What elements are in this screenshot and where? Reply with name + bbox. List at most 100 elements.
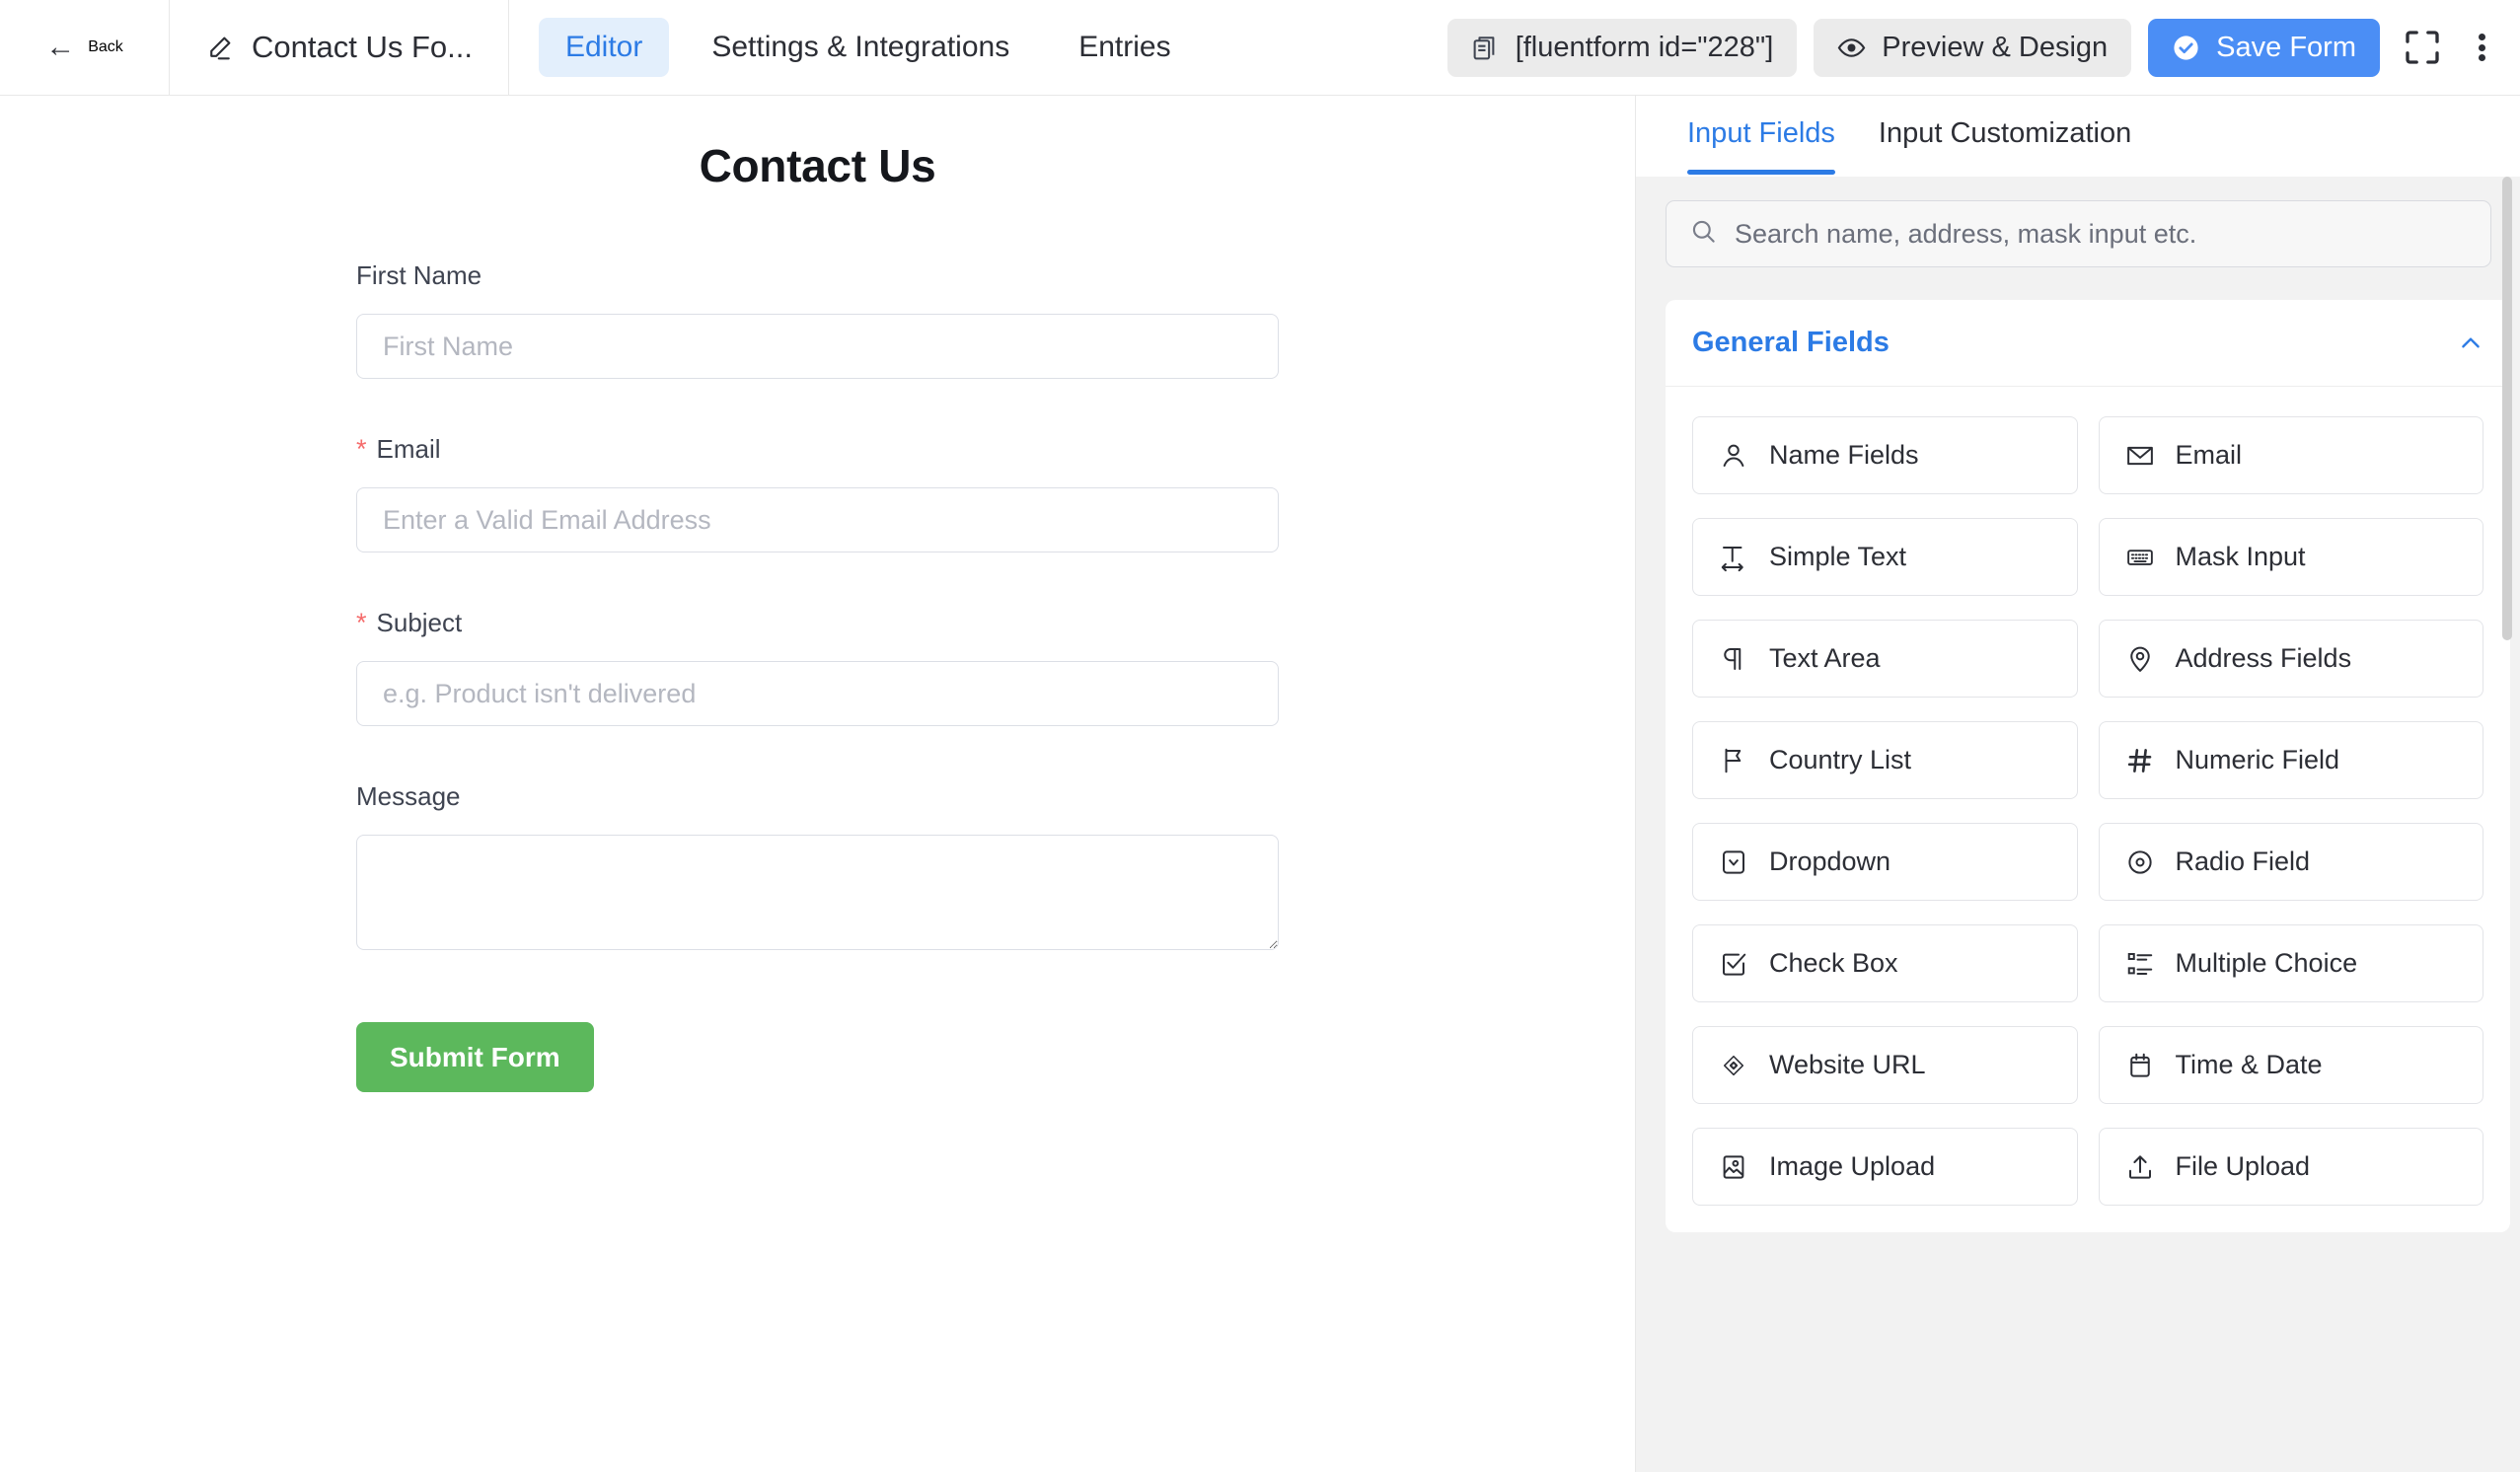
field-chip-numeric-field[interactable]: Numeric Field: [2098, 721, 2483, 799]
copy-icon: [1471, 34, 1500, 62]
text-width-icon: [1719, 543, 1748, 572]
field-chip-label: Simple Text: [1769, 542, 1907, 571]
page-title: Contact Us: [699, 140, 936, 191]
panel-scrollbar[interactable]: [2502, 177, 2512, 1472]
field-chip-mask-input[interactable]: Mask Input: [2098, 518, 2483, 596]
field-chip-file-upload[interactable]: File Upload: [2098, 1128, 2483, 1206]
field-chip-label: Time & Date: [2175, 1050, 2323, 1079]
field-label-text: First Name: [356, 260, 482, 290]
preview-design-button[interactable]: Preview & Design: [1814, 18, 2132, 77]
field-chip-check-box[interactable]: Check Box: [1692, 924, 2078, 1002]
tab-editor[interactable]: Editor: [538, 18, 670, 77]
email-input[interactable]: [356, 487, 1279, 552]
search-input[interactable]: [1735, 218, 2467, 250]
submit-form-button[interactable]: Submit Form: [356, 1022, 594, 1092]
field-chip-label: Email: [2175, 440, 2243, 470]
top-toolbar: ← Back Contact Us Fo... Editor Settings …: [0, 0, 2520, 96]
field-chip-label: Dropdown: [1769, 846, 1891, 876]
tab-entries[interactable]: Entries: [1052, 18, 1197, 77]
calendar-icon: [2125, 1051, 2155, 1080]
field-chip-simple-text[interactable]: Simple Text: [1692, 518, 2078, 596]
tab-settings-integrations[interactable]: Settings & Integrations: [685, 18, 1036, 77]
toolbar-actions: [fluentform id="228"] Preview & Design S…: [1446, 0, 2498, 95]
input-fields-panel: Input Fields Input Customization General…: [1635, 96, 2520, 1472]
field-email[interactable]: * Email: [356, 434, 1279, 552]
envelope-icon: [2125, 441, 2155, 471]
form-title-editor[interactable]: Contact Us Fo...: [170, 0, 509, 95]
field-chip-image-upload[interactable]: Image Upload: [1692, 1128, 2078, 1206]
map-pin-icon: [2125, 644, 2155, 674]
field-chip-website-url[interactable]: Website URL: [1692, 1026, 2078, 1104]
shortcode-copy-button[interactable]: [fluentform id="228"]: [1446, 18, 1798, 77]
field-chip-email[interactable]: Email: [2098, 416, 2483, 494]
tab-input-customization[interactable]: Input Customization: [1857, 117, 2153, 175]
field-chip-label: Mask Input: [2175, 542, 2306, 571]
field-chip-label: Address Fields: [2175, 643, 2352, 673]
field-label: Message: [356, 781, 1279, 812]
message-textarea[interactable]: [356, 835, 1279, 950]
field-chip-text-area[interactable]: Text Area: [1692, 620, 2078, 698]
list-icon: [2125, 949, 2155, 979]
back-button[interactable]: ← Back: [0, 0, 170, 95]
field-chip-address-fields[interactable]: Address Fields: [2098, 620, 2483, 698]
save-form-button[interactable]: Save Form: [2148, 18, 2380, 77]
kebab-dot: [2478, 43, 2485, 51]
flag-icon: [1719, 746, 1748, 775]
check-circle-icon: [2172, 34, 2200, 62]
link-diamond-icon: [1719, 1051, 1748, 1080]
field-chip-name-fields[interactable]: Name Fields: [1692, 416, 2078, 494]
field-chip-label: Website URL: [1769, 1050, 1926, 1079]
field-chip-label: Numeric Field: [2175, 745, 2340, 774]
shortcode-label: [fluentform id="228"]: [1515, 31, 1774, 63]
upload-icon: [2125, 1152, 2155, 1182]
field-chip-label: Text Area: [1769, 643, 1881, 673]
general-fields-card: General Fields Name Fields Email Simple …: [1666, 300, 2510, 1232]
field-subject[interactable]: * Subject: [356, 608, 1279, 726]
field-label: First Name: [356, 260, 1279, 291]
check-square-icon: [1719, 949, 1748, 979]
search-field-wrapper[interactable]: [1666, 200, 2491, 267]
panel-scrollbar-thumb[interactable]: [2502, 177, 2512, 640]
form-fields-container: First Name * Email * Subject Message: [356, 192, 1279, 1092]
save-form-label: Save Form: [2216, 31, 2356, 63]
hash-icon: [2125, 746, 2155, 775]
keyboard-icon: [2125, 543, 2155, 572]
field-message[interactable]: Message: [356, 781, 1279, 955]
field-chip-radio-field[interactable]: Radio Field: [2098, 823, 2483, 901]
kebab-dot: [2478, 54, 2485, 61]
field-first-name[interactable]: First Name: [356, 260, 1279, 379]
tab-input-fields[interactable]: Input Fields: [1666, 117, 1857, 175]
field-chip-time-date[interactable]: Time & Date: [2098, 1026, 2483, 1104]
field-chip-label: Check Box: [1769, 948, 1898, 978]
general-fields-header[interactable]: General Fields: [1666, 300, 2510, 387]
kebab-dot: [2478, 34, 2485, 40]
required-marker: *: [356, 434, 367, 464]
fullscreen-icon[interactable]: [2397, 22, 2448, 73]
subject-input[interactable]: [356, 661, 1279, 726]
form-canvas: Contact Us First Name * Email * Subject: [0, 96, 1635, 1472]
form-title: Contact Us Fo...: [252, 30, 473, 64]
chevron-up-icon[interactable]: [2458, 331, 2483, 356]
arrow-left-icon: ←: [45, 31, 76, 63]
back-label: Back: [88, 38, 123, 55]
user-icon: [1719, 441, 1748, 471]
field-label-text: Message: [356, 781, 461, 811]
general-fields-title: General Fields: [1692, 327, 1890, 358]
field-label: * Subject: [356, 608, 1279, 638]
kebab-menu-icon[interactable]: [2465, 22, 2498, 73]
field-chip-label: Radio Field: [2175, 846, 2311, 876]
image-icon: [1719, 1152, 1748, 1182]
field-chip-country-list[interactable]: Country List: [1692, 721, 2078, 799]
field-chip-label: Multiple Choice: [2175, 948, 2358, 978]
field-chip-label: Country List: [1769, 745, 1912, 774]
field-chip-dropdown[interactable]: Dropdown: [1692, 823, 2078, 901]
eye-icon: [1837, 34, 1866, 62]
paragraph-icon: [1719, 644, 1748, 674]
field-label-text: Email: [376, 434, 441, 464]
field-chip-label: File Upload: [2175, 1151, 2311, 1181]
panel-scroll-area: General Fields Name Fields: [1636, 177, 2520, 1472]
first-name-input[interactable]: [356, 314, 1279, 379]
field-chip-multiple-choice[interactable]: Multiple Choice: [2098, 924, 2483, 1002]
search-icon: [1690, 218, 1717, 250]
